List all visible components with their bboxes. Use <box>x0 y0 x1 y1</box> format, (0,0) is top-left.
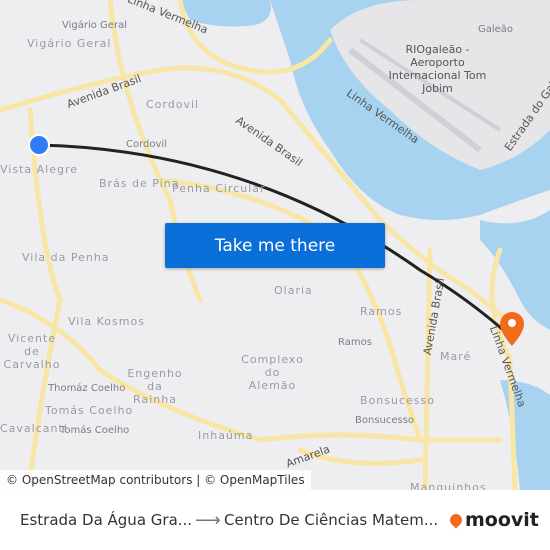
map-label: Galeão <box>478 24 514 35</box>
moovit-logo: moovit <box>447 509 539 531</box>
map-label: Vila Kosmos <box>68 315 145 328</box>
map-label: Vista Alegre <box>0 163 78 176</box>
map-label: Ramos <box>360 305 403 318</box>
map-label: Thomáz Coelho <box>48 383 126 394</box>
map-label: Manguinhos <box>410 481 487 490</box>
map-label: Cavalcanti <box>0 422 68 435</box>
moovit-pin-icon <box>447 511 465 529</box>
map-label: Bonsucesso <box>360 394 435 407</box>
map-label: Vigário Geral <box>27 37 112 50</box>
arrow-right-icon: ⟶ <box>195 509 221 531</box>
map-label: Vicente de Carvalho <box>3 332 61 371</box>
map-label: Complexo do Alemão <box>241 353 304 392</box>
map-label: Engenho da Rainha <box>127 367 183 406</box>
map-label: Cordovil <box>126 139 167 150</box>
map[interactable]: Vigário Geral Vigário Geral Linha Vermel… <box>0 0 550 490</box>
map-label: Vigário Geral <box>62 20 127 31</box>
map-label: Penha Circular <box>172 182 266 195</box>
map-label: Tomás Coelho <box>45 404 134 417</box>
map-label: Ramos <box>338 337 372 348</box>
map-label: Bonsucesso <box>355 415 415 426</box>
origin-name: Estrada Da Água Gra... <box>20 511 193 529</box>
map-label: Maré <box>440 350 472 363</box>
take-me-there-button[interactable]: Take me there <box>165 223 385 268</box>
map-label: Vila da Penha <box>22 251 110 264</box>
map-label: Cordovil <box>146 98 200 111</box>
map-label: Olaria <box>274 284 313 297</box>
map-attribution[interactable]: © OpenStreetMap contributors | © OpenMap… <box>0 470 311 490</box>
origin-marker <box>28 134 50 156</box>
destination-name: Centro De Ciências Matem... <box>224 511 439 529</box>
route-summary-bar: Estrada Da Água Gra... ⟶ Centro De Ciênc… <box>0 490 550 550</box>
map-label: Inhaúma <box>198 429 254 442</box>
map-label: Brás de Pina <box>99 177 180 190</box>
map-label: RIOgaleão - Aeroporto Internacional Tom … <box>388 43 487 95</box>
map-label: Tomás Coelho <box>60 425 130 436</box>
